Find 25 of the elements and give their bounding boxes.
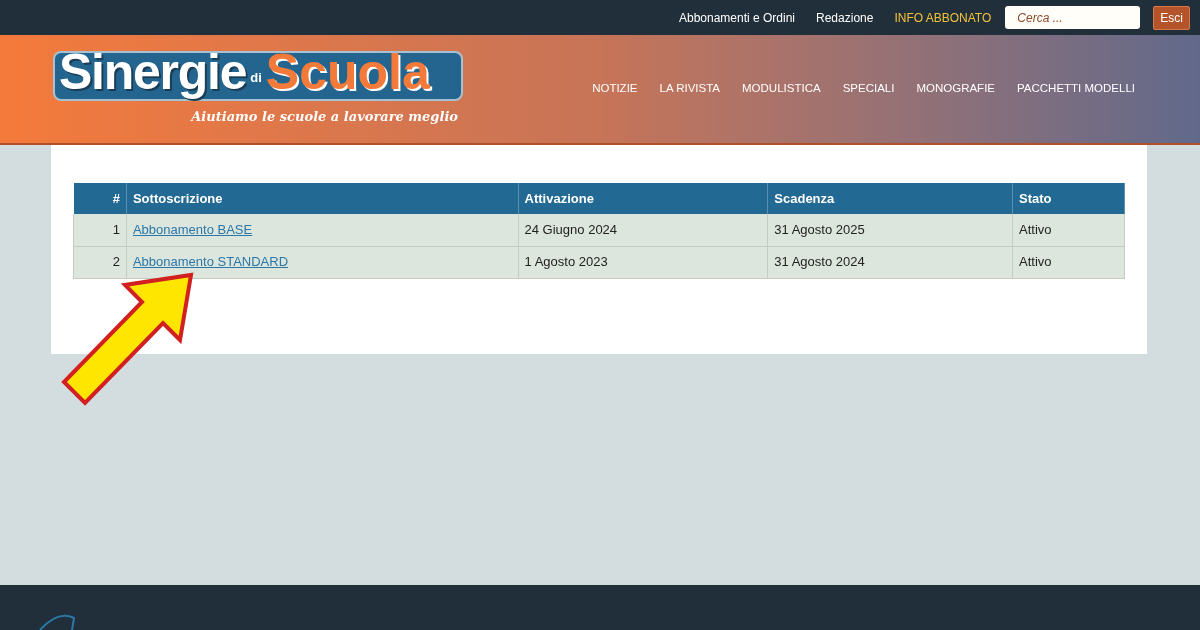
top-link[interactable]: INFO ABBONATO — [894, 8, 992, 27]
logo-text: Sinergie — [59, 47, 247, 98]
nav-link[interactable]: MONOGRAFIE — [916, 80, 995, 98]
table-cell: Attivo — [1012, 246, 1125, 278]
nav-link[interactable]: LA RIVISTA — [659, 80, 721, 98]
nav-link[interactable]: PACCHETTI MODELLI — [1017, 80, 1135, 98]
table-cell: 31 Agosto 2025 — [767, 214, 1013, 246]
logo-text: di — [250, 68, 262, 87]
subscription-link[interactable]: Abbonamento STANDARD — [132, 254, 289, 270]
top-link[interactable]: Redazione — [816, 8, 874, 27]
table-cell: Attivo — [1012, 214, 1125, 246]
table-cell: 31 Agosto 2024 — [767, 246, 1013, 278]
subscription-link[interactable]: Abbonamento BASE — [132, 222, 253, 237]
table-cell: 24 Giugno 2024 — [518, 214, 768, 246]
nav-link[interactable]: MODULISTICA — [742, 80, 821, 98]
logo-text: Scuola — [265, 47, 430, 98]
nav-link[interactable]: NOTIZIE — [592, 80, 638, 98]
table-cell: 1 — [73, 214, 127, 246]
logout-button[interactable]: Esci — [1153, 5, 1190, 30]
nav-link[interactable]: SPECIALI — [842, 80, 895, 98]
table-cell: 2 — [73, 246, 127, 278]
search-field[interactable]: Cerca ... — [1005, 6, 1141, 29]
table-cell: 1 Agosto 2023 — [518, 246, 768, 278]
top-link[interactable]: Abbonamenti e Ordini — [678, 8, 796, 27]
logo-tagline: Aiutiamo le scuole a lavorare meglio — [191, 108, 458, 127]
